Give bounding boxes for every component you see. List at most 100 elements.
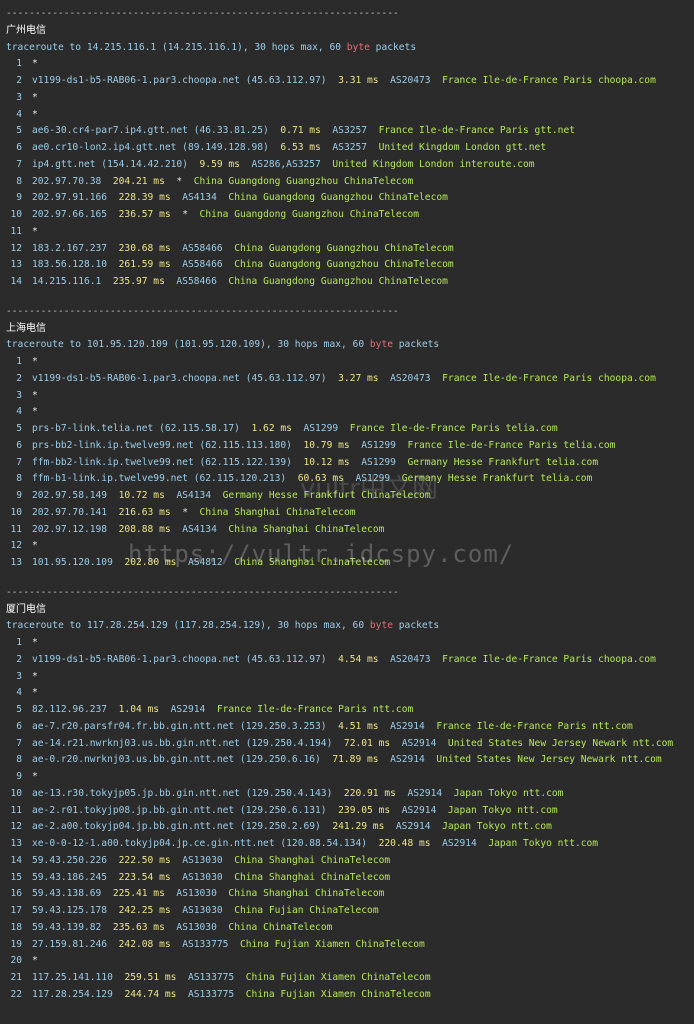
hop-row: 7 ffm-bb2-link.ip.twelve99.net (62.115.12…	[6, 455, 694, 472]
hop-host: 27.159.81.246	[32, 938, 108, 950]
hop-host: ae-13.r30.tokyjp05.jp.bb.gin.ntt.net (12…	[32, 787, 333, 799]
hop-latency: 220.48 ms	[378, 838, 431, 849]
hop-latency: 261.59 ms	[118, 259, 171, 271]
hop-number: 2	[16, 75, 22, 86]
separator-line: ----------------------------------------…	[6, 586, 399, 598]
hop-host: v1199-ds1-b5-RAB06-1.par3.choopa.net (45…	[32, 75, 327, 86]
hop-host: 82.112.96.237	[32, 704, 108, 715]
hop-row: 16 59.43.138.69 225.41 ms AS13030 China S…	[6, 886, 694, 903]
hop-timeout: *	[32, 91, 38, 103]
hop-row: 21 117.25.141.110 259.51 ms AS133775 Chin…	[6, 970, 694, 987]
hop-geo: Japan Tokyo ntt.com	[453, 787, 564, 799]
hop-host: ae-7.r20.parsfr04.fr.bb.gin.ntt.net (129…	[32, 720, 327, 732]
hop-latency: 242.08 ms	[118, 938, 171, 950]
hop-timeout: *	[32, 389, 38, 401]
hop-asn: AS2914	[395, 821, 431, 833]
hop-number: 4	[16, 406, 22, 418]
hop-row: 17 59.43.125.178 242.25 ms AS13030 China …	[6, 903, 694, 920]
hop-geo: China Fujian ChinaTelecom	[234, 905, 379, 916]
hop-number: 6	[16, 142, 22, 153]
hop-geo: Germany Hesse Frankfurt telia.com	[401, 473, 593, 485]
hop-latency: 223.54 ms	[118, 871, 171, 883]
hop-row: 18 59.43.139.82 235.63 ms AS13030 China C…	[6, 920, 694, 937]
hop-row: 6 ae-7.r20.parsfr04.fr.bb.gin.ntt.net (12…	[6, 719, 694, 736]
hop-row: 10 202.97.70.141 216.63 ms * China Shangh…	[6, 505, 694, 522]
hop-host: 59.43.139.82	[32, 921, 102, 933]
hop-asn: *	[176, 175, 183, 187]
hop-number: 22	[10, 988, 22, 1000]
hop-host: 183.2.167.237	[32, 242, 108, 254]
hop-asn: AS2914	[442, 838, 477, 849]
hop-number: 7	[16, 456, 22, 468]
hop-host: 202.97.70.141	[32, 506, 108, 518]
hop-number: 11	[10, 523, 22, 535]
command-text-end: packets	[393, 339, 440, 351]
hop-number: 15	[10, 871, 22, 883]
hop-timeout: *	[32, 108, 38, 120]
hop-number: 16	[10, 888, 22, 900]
hop-geo: Japan Tokyo ntt.com	[442, 821, 552, 833]
hop-host: 59.43.250.226	[32, 854, 108, 866]
hop-number: 10	[10, 506, 22, 518]
hop-host: 183.56.128.10	[32, 259, 108, 271]
hop-number: 1	[16, 356, 22, 367]
hop-number: 12	[10, 540, 22, 552]
hop-asn: AS2914	[170, 704, 206, 715]
command-byte-keyword: byte	[369, 620, 393, 632]
hop-number: 2	[16, 372, 22, 384]
hop-geo: China Shanghai ChinaTelecom	[228, 888, 385, 900]
hop-asn: AS20473	[390, 653, 431, 665]
hop-asn: AS286,AS3257	[251, 158, 321, 170]
hop-row: 22 117.28.254.129 244.74 ms AS133775 Chin…	[6, 987, 694, 1004]
hop-asn: AS58466	[176, 276, 217, 287]
hop-latency: 259.51 ms	[124, 972, 177, 983]
hop-asn: *	[182, 209, 188, 220]
hop-row: 13 183.56.128.10 261.59 ms AS58466 China …	[6, 257, 694, 274]
hop-row: 11 202.97.12.198 208.88 ms AS4134 China S…	[6, 522, 694, 539]
hop-geo: France Ile-de-France Paris gtt.net	[378, 125, 575, 137]
hop-host: v1199-ds1-b5-RAB06-1.par3.choopa.net (45…	[32, 372, 327, 384]
hop-timeout: *	[32, 225, 38, 237]
hop-latency: 10.12 ms	[303, 456, 350, 468]
hop-asn: AS20473	[390, 372, 431, 384]
hop-latency: 230.68 ms	[118, 242, 171, 254]
hop-latency: 204.21 ms	[112, 175, 165, 187]
command-text: traceroute to 117.28.254.129 (117.28.254…	[6, 620, 370, 632]
hop-number: 4	[16, 687, 22, 699]
hop-asn: AS58466	[182, 259, 223, 271]
hop-latency: 4.51 ms	[338, 720, 379, 732]
hop-asn: AS20473	[390, 75, 431, 86]
hop-asn: AS2914	[390, 720, 425, 732]
hop-geo: Germany Hesse Frankfurt ChinaTelecom	[222, 490, 431, 501]
hop-number: 6	[16, 720, 22, 732]
hop-geo: China Shanghai ChinaTelecom	[234, 557, 391, 568]
hop-row: 1 *	[6, 354, 694, 371]
hop-row: 2 v1199-ds1-b5-RAB06-1.par3.choopa.net (4…	[6, 652, 694, 669]
hop-geo: France Ile-de-France Paris ntt.com	[216, 704, 414, 715]
hop-asn: AS3257	[332, 142, 368, 153]
hop-geo: United States New Jersey Newark ntt.com	[447, 737, 674, 749]
hop-number: 6	[16, 439, 22, 451]
hop-asn: AS58466	[182, 242, 223, 254]
hop-latency: 3.31 ms	[338, 75, 379, 86]
hop-row: 7 ip4.gtt.net (154.14.42.210) 9.59 ms AS2…	[6, 157, 694, 174]
hop-number: 19	[10, 938, 22, 950]
hop-host: ffm-bb2-link.ip.twelve99.net (62.115.122…	[32, 456, 292, 468]
hop-number: 7	[16, 158, 22, 170]
hop-timeout: *	[32, 540, 38, 552]
hop-number: 18	[10, 921, 22, 933]
hop-latency: 225.41 ms	[112, 888, 165, 900]
hop-row: 11 ae-2.r01.tokyjp08.jp.bb.gin.ntt.net (1…	[6, 803, 694, 820]
hop-number: 1	[16, 637, 22, 648]
hop-row: 13 xe-0-0-12-1.a00.tokyjp04.jp.ce.gin.ntt…	[6, 836, 694, 853]
hop-number: 13	[10, 259, 22, 271]
hop-row: 9 *	[6, 769, 694, 786]
hop-latency: 208.88 ms	[118, 523, 171, 535]
hop-number: 13	[10, 838, 22, 849]
command-byte-keyword: byte	[369, 339, 393, 351]
hop-host: 59.43.186.245	[32, 871, 108, 883]
hop-row: 2 v1199-ds1-b5-RAB06-1.par3.choopa.net (4…	[6, 73, 694, 90]
hop-host: 117.28.254.129	[32, 988, 113, 1000]
hop-row: 1 *	[6, 56, 694, 73]
hop-number: 20	[10, 955, 22, 967]
